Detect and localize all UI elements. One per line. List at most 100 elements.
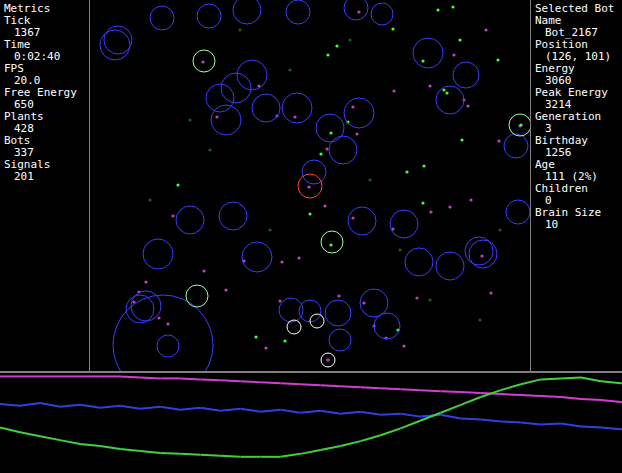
entity-dot[interactable] (188, 118, 191, 121)
entity-dot[interactable] (362, 301, 365, 304)
range-circle (348, 207, 376, 235)
entity-dot[interactable] (392, 89, 395, 92)
entity-dot[interactable] (415, 296, 418, 299)
entity-dot[interactable] (436, 8, 439, 11)
entity-dot[interactable] (166, 322, 169, 325)
entity-dot[interactable] (264, 346, 267, 349)
entity-dot[interactable] (448, 205, 451, 208)
entity-dot[interactable] (451, 5, 454, 8)
entity-dot[interactable] (458, 38, 461, 41)
range-circle (344, 98, 374, 128)
entity-dot[interactable] (254, 335, 257, 338)
entity-dot[interactable] (497, 139, 500, 142)
series-segment (341, 412, 361, 414)
series-segment (200, 408, 220, 411)
entity-dot[interactable] (445, 91, 448, 94)
entity-dot[interactable] (480, 254, 483, 257)
entity-dot[interactable] (428, 298, 431, 301)
entity-dot[interactable] (442, 88, 445, 91)
entity-dot[interactable] (498, 228, 501, 231)
entity-dot[interactable] (171, 214, 174, 217)
entity-dot[interactable] (484, 28, 487, 31)
entity-dot[interactable] (351, 105, 354, 108)
entity-dot[interactable] (319, 152, 322, 155)
range-circle (506, 200, 530, 224)
range-circle (157, 335, 179, 357)
entity-dot[interactable] (335, 44, 338, 47)
entity-dot[interactable] (478, 318, 481, 321)
entity-dot[interactable] (329, 131, 332, 134)
entity-dot[interactable] (278, 299, 281, 302)
entity-dot[interactable] (398, 248, 401, 251)
entity-dot[interactable] (326, 53, 329, 56)
entity-dot[interactable] (421, 59, 424, 62)
entity-dot[interactable] (323, 204, 326, 207)
entity-dot[interactable] (466, 104, 469, 107)
entity-dot[interactable] (326, 358, 329, 361)
entity-dot[interactable] (405, 170, 408, 173)
entity-dot[interactable] (325, 147, 328, 150)
series-segment (601, 400, 621, 402)
entity-dot[interactable] (176, 183, 179, 186)
entity-dot[interactable] (202, 269, 205, 272)
entity-dot[interactable] (368, 178, 371, 181)
range-circle (126, 295, 154, 323)
entity-dot[interactable] (391, 27, 394, 30)
entity-dot[interactable] (421, 201, 424, 204)
world-canvas[interactable] (90, 0, 530, 371)
series-segment (60, 440, 80, 444)
series-segment (581, 377, 601, 381)
entity-dot[interactable] (460, 138, 463, 141)
entity-dot[interactable] (297, 256, 300, 259)
range-circle (321, 353, 335, 367)
entity-dot[interactable] (351, 216, 354, 219)
entity-dot[interactable] (268, 228, 271, 231)
field-value: 201 (4, 171, 89, 183)
series-segment (581, 425, 601, 428)
entity-dot[interactable] (307, 185, 310, 188)
field-label: Signals (4, 159, 89, 171)
entity-dot[interactable] (144, 280, 147, 283)
field-value: (126, 101) (535, 51, 621, 63)
range-circle (150, 6, 174, 30)
entity-dot[interactable] (428, 84, 431, 87)
entity-dot[interactable] (337, 294, 340, 297)
entity-dot[interactable] (293, 115, 296, 118)
entity-dot[interactable] (518, 124, 521, 127)
range-circle (360, 289, 388, 317)
field-label: Energy (535, 63, 621, 75)
entity-dot[interactable] (519, 123, 522, 126)
series-segment (501, 421, 521, 424)
series-segment (0, 427, 20, 432)
entity-dot[interactable] (201, 60, 204, 63)
entity-dot[interactable] (496, 58, 499, 61)
range-circle (310, 314, 324, 328)
entity-dot[interactable] (402, 344, 405, 347)
series-segment (601, 381, 621, 383)
entity-dot[interactable] (157, 316, 160, 319)
series-segment (260, 456, 280, 458)
entity-dot[interactable] (329, 243, 332, 246)
series-segment (200, 454, 220, 457)
entity-dot[interactable] (238, 28, 241, 31)
entity-dot[interactable] (348, 38, 351, 41)
series-segment (100, 446, 120, 449)
entity-dot[interactable] (280, 260, 283, 263)
series-segment (441, 415, 461, 419)
entity-dot[interactable] (308, 212, 311, 215)
entity-dot[interactable] (357, 10, 360, 13)
entity-dot[interactable] (422, 164, 425, 167)
entity-dot[interactable] (489, 291, 492, 294)
entity-dot[interactable] (215, 115, 218, 118)
entity-dot[interactable] (148, 198, 151, 201)
series-segment (381, 428, 401, 435)
entity-dot[interactable] (208, 148, 211, 151)
entity-dot[interactable] (283, 339, 286, 342)
entity-dot[interactable] (452, 53, 455, 56)
entity-dot[interactable] (288, 68, 291, 71)
entity-dot[interactable] (224, 288, 227, 291)
entity-dot[interactable] (355, 132, 358, 135)
entity-dot[interactable] (469, 198, 472, 201)
series-segment (240, 409, 260, 412)
entity-dot[interactable] (429, 210, 432, 213)
